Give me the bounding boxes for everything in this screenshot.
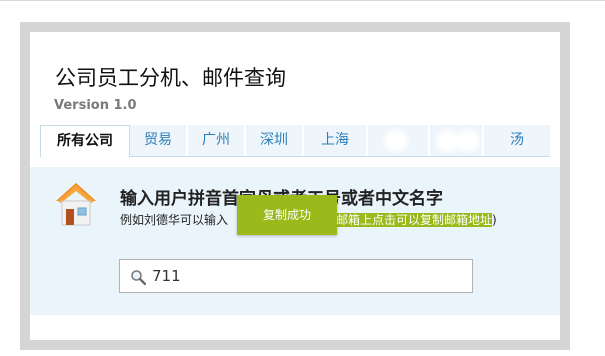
tab-label: 汤 (510, 132, 524, 148)
company-tabs: 所有公司 贸易 广州 深圳 上海 汤 (40, 125, 550, 158)
redaction-blur (388, 134, 404, 148)
search-box (119, 259, 473, 293)
tab-label: 广州 (202, 132, 230, 148)
search-input[interactable] (152, 260, 452, 292)
page-title: 公司员工分机、邮件查询 (55, 66, 286, 90)
hint-highlight: 到邮箱上点击可以复制邮箱地址 (324, 213, 493, 227)
tab-label: 上海 (321, 132, 349, 148)
redaction-blur (460, 134, 476, 148)
tab-label: 深圳 (260, 132, 288, 148)
tab-trade[interactable]: 贸易 (130, 125, 186, 156)
main-panel: 公司员工分机、邮件查询 Version 1.0 所有公司 贸易 广州 深圳 上海… (30, 32, 560, 340)
tab-all-companies[interactable]: 所有公司 (40, 125, 130, 158)
top-divider (0, 0, 605, 1)
tab-shenzhen[interactable]: 深圳 (246, 125, 302, 156)
tab-label: 所有公司 (57, 133, 113, 149)
redaction-blur (440, 134, 456, 148)
tab-guangzhou[interactable]: 广州 (188, 125, 244, 156)
version-label: Version 1.0 (54, 98, 137, 113)
tab-redacted-2[interactable] (430, 125, 482, 156)
copy-success-toast: 复制成功 (237, 195, 337, 235)
hint-prefix: 例如刘德华可以输入 (120, 213, 229, 227)
magnifier-icon (131, 270, 146, 285)
hint-suffix: ) (492, 213, 497, 227)
search-section: 输入用户拼音首字母或者工号或者中文名字 例如刘德华可以输入到邮箱上点击可以复制邮… (30, 167, 560, 315)
tab-redacted-3[interactable]: 汤 (484, 125, 550, 156)
house-icon (56, 183, 96, 226)
tab-label: 贸易 (144, 132, 172, 148)
tab-redacted-1[interactable] (368, 125, 428, 156)
tab-shanghai[interactable]: 上海 (304, 125, 366, 156)
